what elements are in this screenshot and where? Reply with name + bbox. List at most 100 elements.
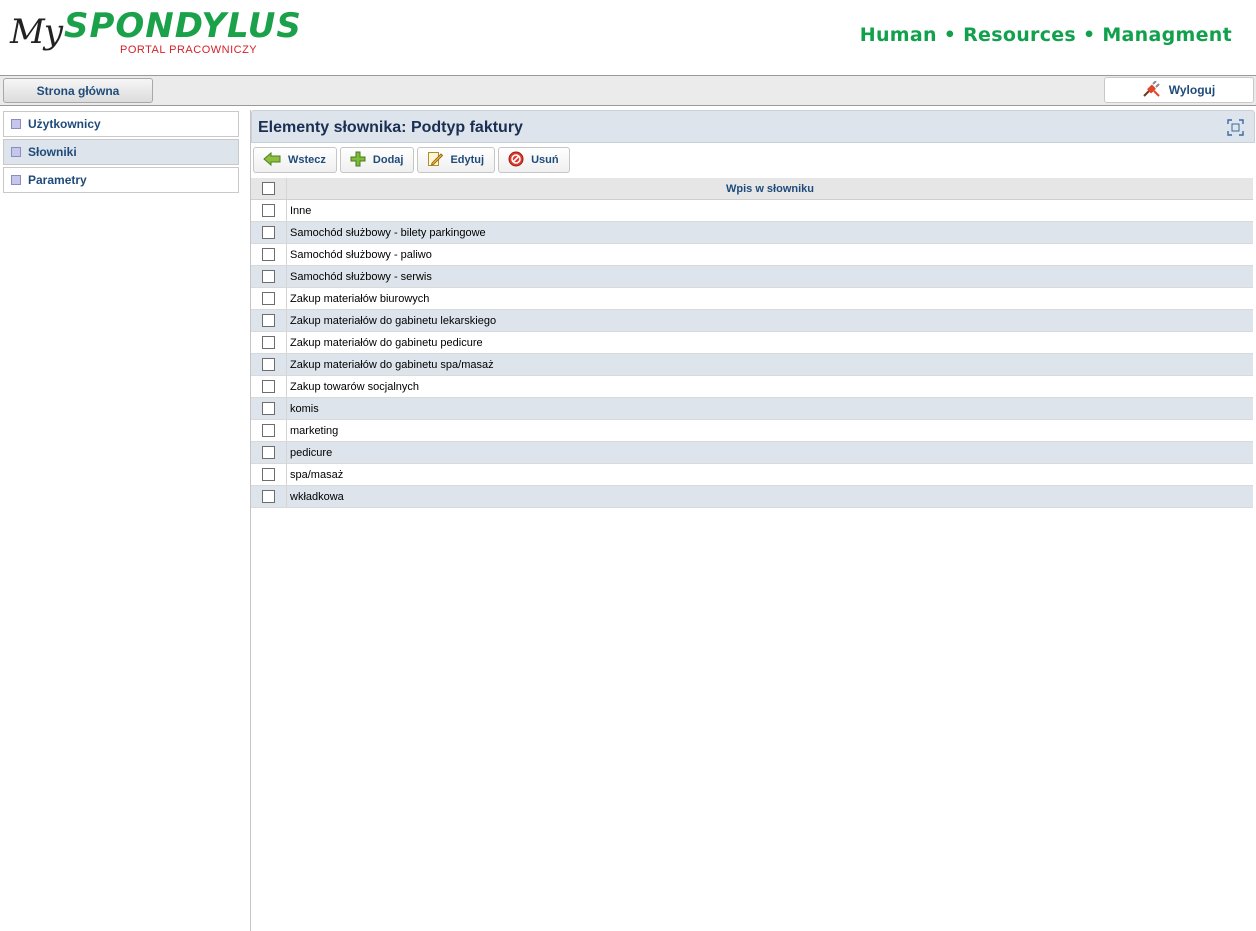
row-check-cell [251, 442, 287, 463]
arrow-left-icon [263, 151, 281, 169]
add-button[interactable]: Dodaj [339, 147, 415, 173]
logo-my-text: My [10, 12, 63, 52]
row-checkbox[interactable] [262, 204, 275, 217]
row-label: Zakup materiałów do gabinetu spa/masaż [290, 358, 494, 371]
row-checkbox[interactable] [262, 270, 275, 283]
row-check-cell [251, 464, 287, 485]
bullet-icon [11, 175, 21, 185]
edit-button[interactable]: Edytuj [417, 147, 496, 173]
row-check-cell [251, 200, 287, 221]
row-label: pedicure [290, 446, 333, 459]
table-row[interactable]: komis [251, 398, 1253, 420]
row-checkbox[interactable] [262, 226, 275, 239]
row-label: Zakup materiałów biurowych [290, 292, 430, 305]
toolbar: Wstecz Dodaj Edytuj Usuń [253, 147, 570, 174]
table-row[interactable]: wkładkowa [251, 486, 1253, 508]
delete-label: Usuń [531, 154, 559, 166]
back-button[interactable]: Wstecz [253, 147, 337, 173]
row-check-cell [251, 354, 287, 375]
row-checkbox[interactable] [262, 314, 275, 327]
sidebar-item-dictionaries[interactable]: Słowniki [3, 139, 239, 165]
sidebar-item-label: Parametry [28, 173, 87, 187]
row-check-cell [251, 420, 287, 441]
row-label: Zakup towarów socjalnych [290, 380, 420, 393]
row-check-cell [251, 222, 287, 243]
row-label: Samochód służbowy - paliwo [290, 248, 432, 261]
row-label: spa/masaż [290, 468, 344, 481]
main-panel: Elementy słownika: Podtyp faktury Wstecz [250, 110, 1255, 931]
table-row[interactable]: marketing [251, 420, 1253, 442]
row-checkbox[interactable] [262, 380, 275, 393]
sidebar-item-users[interactable]: Użytkownicy [3, 111, 239, 137]
logout-button[interactable]: Wyloguj [1104, 77, 1254, 103]
tagline: Human • Resources • Managment [859, 24, 1232, 46]
logo-subtitle: PORTAL PRACOWNICZY [120, 44, 258, 56]
table-header-row: Wpis w słowniku [251, 178, 1253, 200]
row-checkbox[interactable] [262, 358, 275, 371]
row-checkbox[interactable] [262, 292, 275, 305]
table-row[interactable]: Samochód służbowy - bilety parkingowe [251, 222, 1253, 244]
logo-brand-text: SPONDYLUS [64, 6, 302, 46]
row-checkbox[interactable] [262, 468, 275, 481]
select-all-cell [251, 178, 287, 199]
table-row[interactable]: spa/masaż [251, 464, 1253, 486]
logout-plug-icon [1143, 79, 1161, 100]
top-navbar: Strona główna Wyloguj [0, 75, 1256, 106]
select-all-checkbox[interactable] [262, 182, 275, 195]
home-button[interactable]: Strona główna [3, 78, 153, 103]
table-row[interactable]: Samochód służbowy - paliwo [251, 244, 1253, 266]
table-body: Inne Samochód służbowy - bilety parkingow… [251, 200, 1253, 508]
bullet-icon [11, 147, 21, 157]
row-label: wkładkowa [290, 490, 344, 503]
logout-label: Wyloguj [1168, 83, 1216, 97]
row-checkbox[interactable] [262, 446, 275, 459]
maximize-icon[interactable] [1227, 119, 1244, 136]
table-row[interactable]: Zakup materiałów do gabinetu lekarskiego [251, 310, 1253, 332]
row-check-cell [251, 486, 287, 507]
row-label: Zakup materiałów do gabinetu lekarskiego [290, 314, 497, 327]
row-checkbox[interactable] [262, 336, 275, 349]
plus-icon [350, 151, 366, 170]
row-check-cell [251, 398, 287, 419]
row-checkbox[interactable] [262, 402, 275, 415]
row-label: komis [290, 402, 319, 415]
sidebar: Użytkownicy Słowniki Parametry [3, 111, 239, 195]
row-label: Zakup materiałów do gabinetu pedicure [290, 336, 483, 349]
page-title: Elementy słownika: Podtyp faktury [258, 119, 523, 136]
row-label: Samochód służbowy - serwis [290, 270, 432, 283]
delete-icon [508, 151, 524, 170]
edit-label: Edytuj [450, 154, 485, 166]
dictionary-table: Wpis w słowniku Inne Samochód służbowy - … [251, 178, 1253, 508]
back-label: Wstecz [288, 154, 326, 166]
table-row[interactable]: Zakup materiałów do gabinetu spa/masaż [251, 354, 1253, 376]
table-row[interactable]: Zakup towarów socjalnych [251, 376, 1253, 398]
row-label: Samochód służbowy - bilety parkingowe [290, 226, 486, 239]
row-label: Inne [290, 204, 312, 217]
page-header: My SPONDYLUS PORTAL PRACOWNICZY Human • … [0, 0, 1256, 75]
row-check-cell [251, 310, 287, 331]
panel-header: Elementy słownika: Podtyp faktury [251, 110, 1255, 143]
edit-pencil-icon [427, 150, 444, 170]
table-row[interactable]: Samochód służbowy - serwis [251, 266, 1253, 288]
add-label: Dodaj [372, 154, 404, 166]
row-label: marketing [290, 424, 339, 437]
sidebar-item-label: Użytkownicy [28, 117, 101, 131]
table-row[interactable]: Zakup materiałów do gabinetu pedicure [251, 332, 1253, 354]
table-row[interactable]: Zakup materiałów biurowych [251, 288, 1253, 310]
delete-button[interactable]: Usuń [498, 147, 570, 173]
row-checkbox[interactable] [262, 424, 275, 437]
row-check-cell [251, 244, 287, 265]
logo[interactable]: My SPONDYLUS PORTAL PRACOWNICZY [8, 4, 318, 68]
row-check-cell [251, 266, 287, 287]
table-row[interactable]: Inne [251, 200, 1253, 222]
bullet-icon [11, 119, 21, 129]
column-header[interactable]: Wpis w słowniku [287, 183, 1253, 195]
sidebar-item-label: Słowniki [28, 145, 77, 159]
row-check-cell [251, 376, 287, 397]
row-check-cell [251, 288, 287, 309]
row-checkbox[interactable] [262, 490, 275, 503]
table-row[interactable]: pedicure [251, 442, 1253, 464]
sidebar-item-parameters[interactable]: Parametry [3, 167, 239, 193]
row-check-cell [251, 332, 287, 353]
row-checkbox[interactable] [262, 248, 275, 261]
